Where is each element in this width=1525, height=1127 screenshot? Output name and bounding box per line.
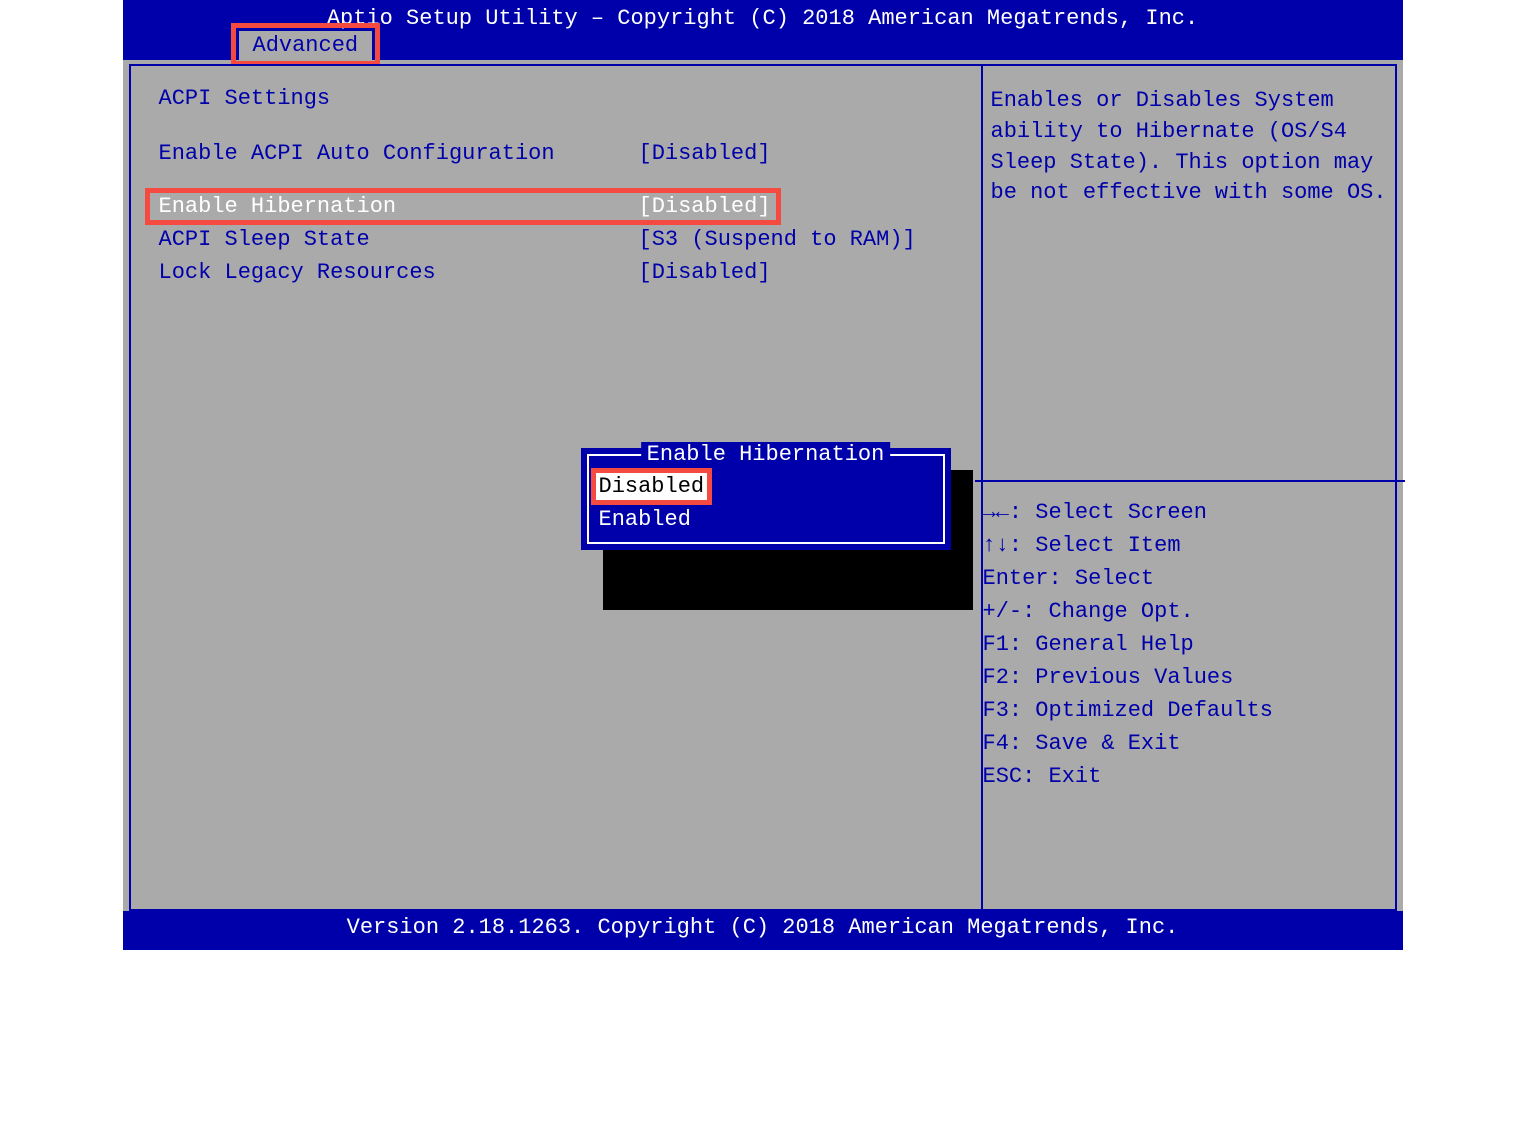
help-panel: Enables or Disables System ability to Hi… xyxy=(983,64,1397,911)
setting-value: [S3 (Suspend to RAM)] xyxy=(639,227,916,252)
bios-screen: Aptio Setup Utility – Copyright (C) 2018… xyxy=(123,0,1403,950)
setting-label: ACPI Sleep State xyxy=(159,227,639,252)
section-title: ACPI Settings xyxy=(159,86,951,111)
key-help-item: F1: General Help xyxy=(983,628,1397,661)
setting-label: Enable ACPI Auto Configuration xyxy=(159,141,639,166)
header-bar: Aptio Setup Utility – Copyright (C) 2018… xyxy=(123,0,1403,60)
setting-label: Enable Hibernation xyxy=(159,194,639,219)
header-title: Aptio Setup Utility – Copyright (C) 2018… xyxy=(123,0,1403,31)
setting-value: [Disabled] xyxy=(639,260,771,285)
setting-lock-legacy-resources[interactable]: Lock Legacy Resources [Disabled] xyxy=(159,260,951,285)
setting-acpi-sleep-state[interactable]: ACPI Sleep State [S3 (Suspend to RAM)] xyxy=(159,227,951,252)
footer-text: Version 2.18.1263. Copyright (C) 2018 Am… xyxy=(347,915,1179,940)
help-text: Enables or Disables System ability to Hi… xyxy=(991,86,1389,209)
key-help-item: Enter: Select xyxy=(983,562,1397,595)
key-help-item: ↑↓: Select Item xyxy=(983,529,1397,562)
body-area: ACPI Settings Enable ACPI Auto Configura… xyxy=(123,60,1403,915)
setting-value: [Disabled] xyxy=(639,194,771,219)
key-help-item: F4: Save & Exit xyxy=(983,727,1397,760)
tab-row: Advanced xyxy=(123,31,373,60)
setting-acpi-auto-config[interactable]: Enable ACPI Auto Configuration [Disabled… xyxy=(159,141,951,166)
key-help-item: →←: Select Screen xyxy=(983,496,1397,529)
key-help-list: →←: Select Screen ↑↓: Select Item Enter:… xyxy=(983,496,1397,793)
tab-label: Advanced xyxy=(253,33,359,58)
key-help-item: +/-: Change Opt. xyxy=(983,595,1397,628)
key-help-item: ESC: Exit xyxy=(983,760,1397,793)
setting-value: [Disabled] xyxy=(639,141,771,166)
setting-enable-hibernation[interactable]: Enable Hibernation [Disabled] xyxy=(159,194,951,219)
footer-bar: Version 2.18.1263. Copyright (C) 2018 Am… xyxy=(123,911,1403,950)
popup-option-enabled[interactable]: Enabled xyxy=(595,505,937,534)
popup-option-label: Disabled xyxy=(599,474,705,499)
option-popup: Enable Hibernation Disabled Enabled xyxy=(581,448,951,550)
key-help-item: F2: Previous Values xyxy=(983,661,1397,694)
help-divider xyxy=(975,480,1405,482)
tab-advanced[interactable]: Advanced xyxy=(239,31,373,60)
popup-title: Enable Hibernation xyxy=(641,442,891,467)
popup-option-disabled[interactable]: Disabled xyxy=(595,472,709,501)
popup-option-label: Enabled xyxy=(599,507,691,532)
setting-label: Lock Legacy Resources xyxy=(159,260,639,285)
key-help-item: F3: Optimized Defaults xyxy=(983,694,1397,727)
